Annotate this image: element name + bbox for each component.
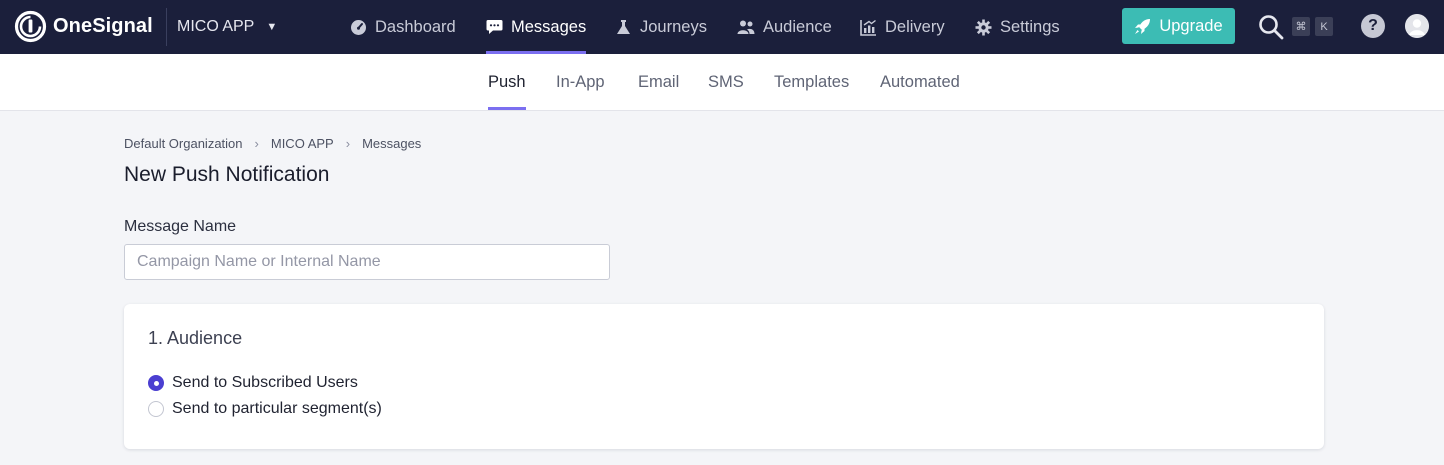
nav-settings-label: Settings (1000, 17, 1060, 36)
upgrade-label: Upgrade (1159, 16, 1223, 35)
page-title: New Push Notification (124, 163, 330, 186)
help-icon[interactable]: ? (1361, 14, 1385, 38)
breadcrumb-app[interactable]: MICO APP (271, 136, 334, 151)
nav-delivery[interactable]: Delivery (860, 0, 945, 54)
nav-delivery-label: Delivery (885, 17, 945, 36)
rocket-icon (1135, 18, 1151, 34)
audience-card: 1. Audience Send to Subscribed Users Sen… (124, 304, 1324, 449)
audience-section-title: 1. Audience (148, 328, 243, 348)
shortcut-k-key: K (1315, 17, 1333, 36)
nav-dashboard-label: Dashboard (375, 17, 456, 36)
audience-option-subscribed-label: Send to Subscribed Users (172, 374, 358, 391)
onesignal-logo[interactable]: OneSignal (14, 10, 153, 43)
nav-audience[interactable]: Audience (737, 0, 832, 54)
gear-icon (975, 19, 992, 35)
nav-messages[interactable]: Messages (486, 0, 587, 54)
breadcrumb-organization[interactable]: Default Organization (124, 136, 243, 151)
tab-automated[interactable]: Automated (880, 54, 960, 110)
tab-push[interactable]: Push (488, 54, 526, 110)
nav-journeys[interactable]: Journeys (615, 0, 707, 54)
tab-templates[interactable]: Templates (774, 54, 849, 110)
message-bubble-icon (486, 20, 503, 34)
radio-selected[interactable] (148, 375, 164, 391)
breadcrumb-messages[interactable]: Messages (362, 136, 421, 151)
radio-unselected[interactable] (148, 401, 164, 417)
tab-email[interactable]: Email (638, 54, 679, 110)
nav-settings[interactable]: Settings (975, 0, 1060, 54)
avatar[interactable] (1405, 14, 1429, 38)
top-navigation-bar: OneSignal MICO APP ▼ Dashboard Messages … (0, 0, 1444, 54)
audience-option-segments[interactable]: Send to particular segment(s) (148, 400, 382, 418)
app-switcher[interactable]: MICO APP ▼ (177, 0, 277, 54)
users-icon (737, 20, 755, 34)
breadcrumb-separator: › (254, 136, 259, 151)
breadcrumb-separator: › (345, 136, 351, 151)
onesignal-logo-icon (14, 10, 47, 43)
dashboard-gauge-icon (351, 19, 366, 35)
nav-dashboard[interactable]: Dashboard (350, 0, 456, 54)
audience-option-segments-label: Send to particular segment(s) (172, 400, 382, 417)
journey-flask-icon (617, 19, 630, 34)
chart-icon (860, 19, 876, 36)
search-icon[interactable] (1257, 13, 1285, 41)
nav-journeys-label: Journeys (640, 17, 707, 36)
messages-subnav: Push In-App Email SMS Templates Automate… (0, 54, 1444, 111)
nav-audience-label: Audience (763, 17, 832, 36)
caret-down-icon: ▼ (266, 21, 278, 33)
user-avatar-icon (1405, 14, 1429, 38)
header-divider (166, 8, 167, 46)
tab-sms[interactable]: SMS (708, 54, 744, 110)
tab-in-app[interactable]: In-App (556, 54, 605, 110)
app-switcher-label: MICO APP (177, 18, 255, 35)
breadcrumb: Default Organization › MICO APP › Messag… (124, 136, 421, 151)
brand-name: OneSignal (53, 15, 153, 37)
message-name-input[interactable] (124, 244, 610, 280)
upgrade-button[interactable]: Upgrade (1122, 8, 1235, 44)
shortcut-cmd-key: ⌘ (1292, 17, 1310, 36)
nav-messages-label: Messages (511, 17, 587, 36)
message-name-label: Message Name (124, 218, 237, 235)
audience-option-subscribed[interactable]: Send to Subscribed Users (148, 374, 358, 392)
